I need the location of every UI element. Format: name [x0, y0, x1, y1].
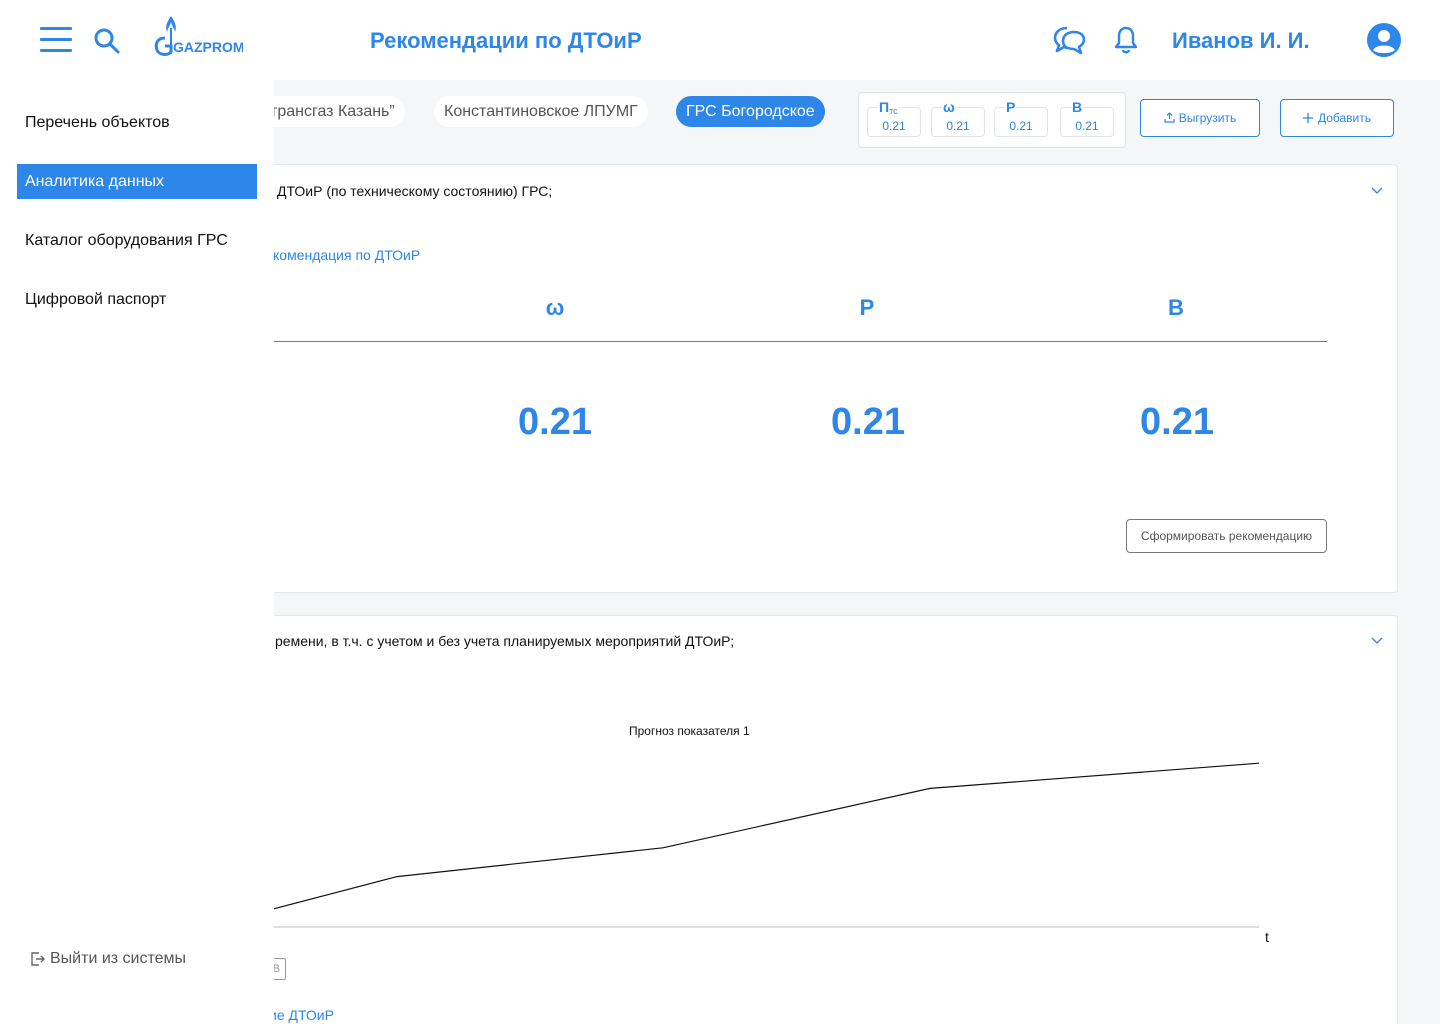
- export-button-label: Выгрузить: [1178, 111, 1237, 125]
- user-name[interactable]: Иванов И. И.: [1172, 28, 1310, 54]
- value-v: 0.21: [1140, 401, 1214, 443]
- recommendation-card: ДТОиР (по техническому состоянию) ГРС; к…: [274, 164, 1398, 593]
- sidebar-item-catalog[interactable]: Каталог оборудования ГРС: [17, 223, 257, 258]
- value-omega: 0.21: [518, 401, 592, 443]
- value-r: 0.21: [831, 401, 905, 443]
- metric-v: В 0.21: [1060, 99, 1114, 137]
- metric-pts-value: 0.21: [882, 119, 906, 133]
- metric-omega-name: ω: [942, 99, 956, 115]
- logo-text: GAZPROM: [173, 39, 243, 55]
- generate-recommendation-button[interactable]: Сформировать рекомендацию: [1126, 519, 1327, 553]
- sidebar-item-objects[interactable]: Перечень объектов: [17, 105, 257, 140]
- forecast-chart: t: [274, 762, 1269, 945]
- column-head-v: В: [1168, 295, 1184, 320]
- metric-omega: ω 0.21: [931, 99, 985, 137]
- chart-title: Прогноз показателя 1: [629, 724, 750, 738]
- column-head-omega: ω: [545, 295, 565, 320]
- metric-r: Р 0.21: [994, 99, 1048, 137]
- logout-icon: [31, 952, 45, 966]
- recommendation-card-title: ДТОиР (по техническому состоянию) ГРС;: [277, 183, 553, 199]
- forecast-card-title: ремени, в т.ч. с учетом и без учета план…: [275, 633, 735, 649]
- metrics-summary: Птс 0.21 ω 0.21 Р 0.21 В 0.21: [858, 92, 1126, 148]
- user-avatar-icon[interactable]: [1367, 23, 1401, 57]
- sidebar-item-analytics[interactable]: Аналитика данных: [17, 164, 257, 199]
- export-button[interactable]: Выгрузить: [1140, 99, 1260, 137]
- metric-r-name: Р: [1005, 99, 1017, 115]
- plus-icon: [1302, 113, 1313, 123]
- chevron-down-icon[interactable]: [1370, 635, 1384, 645]
- logout-button[interactable]: Выйти из системы: [30, 950, 186, 968]
- chevron-down-icon[interactable]: [1370, 185, 1384, 195]
- metric-v-value: 0.21: [1075, 119, 1099, 133]
- filter-chip-org[interactable]: трансгаз Казань”: [274, 96, 405, 127]
- series-checkbox[interactable]: В: [274, 958, 286, 980]
- metric-pts: Птс 0.21: [867, 99, 921, 137]
- search-icon[interactable]: [93, 27, 121, 55]
- forecast-card: ремени, в т.ч. с учетом и без учета план…: [274, 615, 1398, 1024]
- main-content: трансгаз Казань” Константиновское ЛПУМГ …: [274, 80, 1440, 1024]
- metric-r-value: 0.21: [1009, 119, 1033, 133]
- forecast-line: [274, 762, 1260, 910]
- column-head-r: Р: [859, 295, 875, 320]
- gazprom-logo[interactable]: GAZPROM: [153, 14, 243, 58]
- bell-icon[interactable]: [1113, 25, 1139, 55]
- filter-chip-grs[interactable]: ГРС Богородское: [676, 96, 825, 127]
- menu-icon[interactable]: [40, 27, 72, 53]
- x-axis-label: t: [1265, 929, 1269, 945]
- metric-v-name: В: [1071, 99, 1084, 115]
- sidebar: Перечень объектов Аналитика данных Катал…: [0, 80, 274, 1024]
- sidebar-item-passport[interactable]: Цифровой паспорт: [17, 282, 257, 317]
- add-button[interactable]: Добавить: [1280, 99, 1394, 137]
- logout-label: Выйти из системы: [50, 950, 187, 967]
- dtoir-link[interactable]: ие ДТОиР: [274, 1007, 334, 1023]
- metric-pts-name: П: [879, 99, 890, 115]
- metric-pts-sub: тс: [889, 106, 898, 116]
- add-button-label: Добавить: [1317, 111, 1372, 125]
- recommendation-link[interactable]: комендация по ДТОиР: [274, 247, 420, 263]
- page-title: Рекомендации по ДТОиР: [370, 28, 642, 53]
- filter-chip-lpumg[interactable]: Константиновское ЛПУМГ: [434, 96, 648, 127]
- metric-omega-value: 0.21: [946, 119, 970, 133]
- upload-icon: [1164, 112, 1175, 123]
- columns-divider: [274, 341, 1327, 342]
- top-header: GAZPROM Рекомендации по ДТОиР Иванов И. …: [0, 0, 1440, 80]
- chat-icon[interactable]: [1053, 24, 1087, 56]
